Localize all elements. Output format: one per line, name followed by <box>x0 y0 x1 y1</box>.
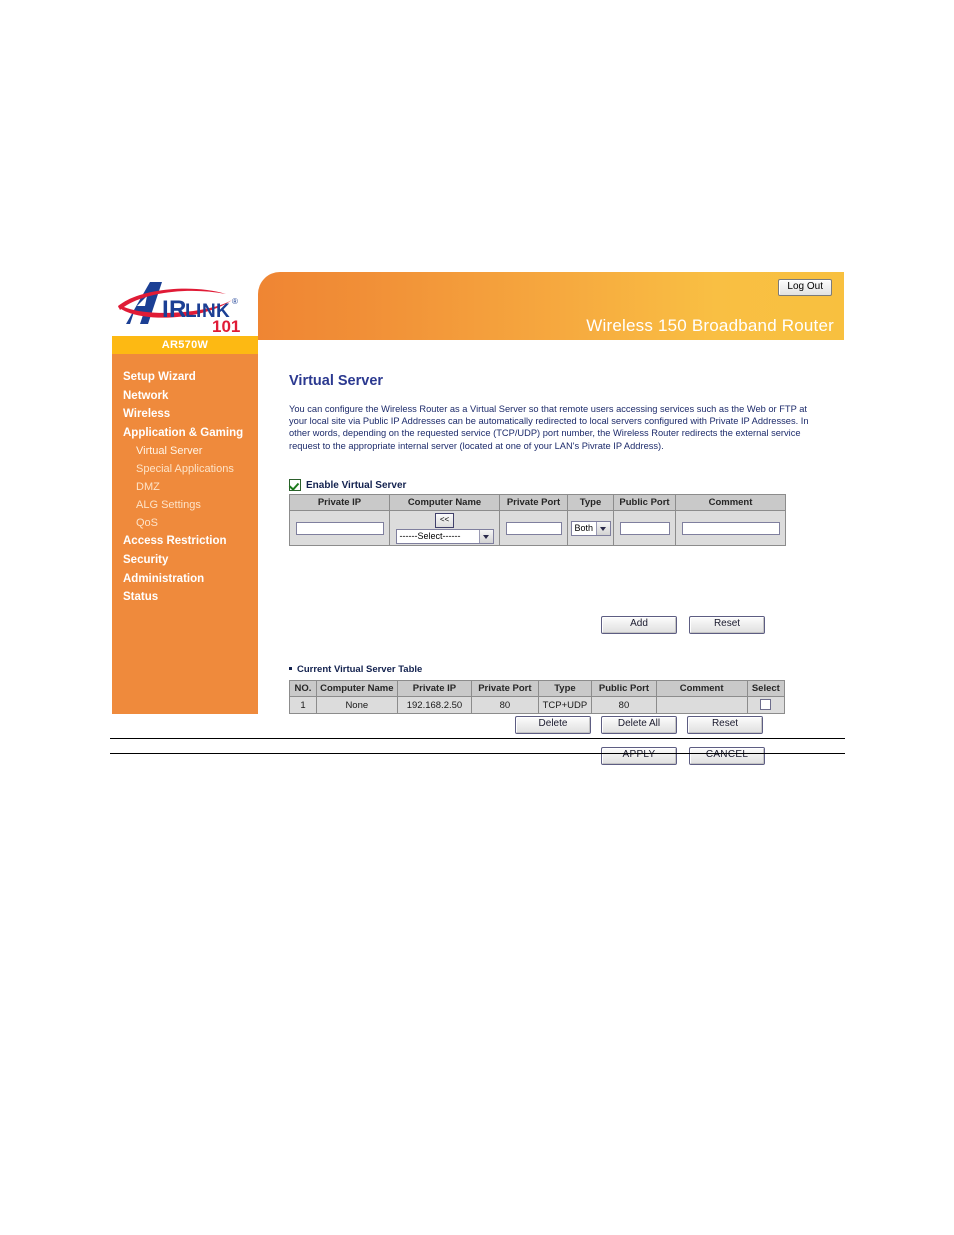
chevron-down-icon <box>595 521 610 535</box>
delete-all-button[interactable]: Delete All <box>601 716 677 734</box>
column-header-comment: Comment <box>675 494 786 511</box>
column-header-public-port: Public Port <box>613 494 676 511</box>
footer-divider-bottom <box>110 753 845 754</box>
sidebar-nav: AR570W Setup Wizard Network Wireless App… <box>112 336 258 714</box>
column-header-private-ip: Private IP <box>396 680 473 697</box>
type-select[interactable]: Both <box>570 520 611 536</box>
enable-virtual-server-row: Enable Virtual Server <box>289 479 406 491</box>
model-name-badge: AR570W <box>112 336 258 354</box>
cancel-button[interactable]: CANCEL <box>689 747 765 765</box>
bullet-icon <box>289 667 292 671</box>
footer-divider-top <box>110 738 845 739</box>
form-action-buttons: Add Reset <box>601 616 765 634</box>
table-reset-button[interactable]: Reset <box>687 716 763 734</box>
table-input-row: << ------Select------ Both <box>289 510 786 546</box>
column-header-type: Type <box>537 680 593 697</box>
cell-comment <box>655 696 748 714</box>
sidebar-item-administration[interactable]: Administration <box>112 570 258 589</box>
sidebar-item-special-applications[interactable]: Special Applications <box>112 460 258 478</box>
reset-button[interactable]: Reset <box>689 616 765 634</box>
column-header-type: Type <box>567 494 614 511</box>
computer-name-select-value: ------Select------ <box>399 531 461 541</box>
header-product-title: Wireless 150 Broadband Router <box>586 316 834 335</box>
table-header-row: NO. Computer Name Private IP Private Por… <box>289 680 786 697</box>
table-header-row: Private IP Computer Name Private Port Ty… <box>289 494 786 511</box>
enable-virtual-server-label: Enable Virtual Server <box>306 479 407 491</box>
current-table-caption-text: Current Virtual Server Table <box>297 664 423 675</box>
cell-public-port: 80 <box>591 696 657 714</box>
svg-text:I: I <box>196 301 201 322</box>
column-header-computer-name: Computer Name <box>315 680 398 697</box>
cell-private-ip <box>289 510 390 546</box>
cell-private-port: 80 <box>471 696 539 714</box>
virtual-server-entry-table: Private IP Computer Name Private Port Ty… <box>289 494 786 546</box>
computer-name-select[interactable]: ------Select------ <box>395 528 494 544</box>
airlink-101-logo-icon: I R L I N K ® 101 <box>118 282 240 336</box>
main-content: Virtual Server You can configure the Wir… <box>258 340 844 765</box>
type-select-value: Both <box>574 523 594 533</box>
cell-computer-name: None <box>315 696 398 714</box>
sidebar-item-network[interactable]: Network <box>112 387 258 406</box>
chevron-down-icon <box>478 529 493 543</box>
column-header-comment: Comment <box>655 680 748 697</box>
page-title: Virtual Server <box>289 373 384 389</box>
column-header-private-port: Private Port <box>499 494 568 511</box>
row-select-checkbox[interactable] <box>760 699 772 711</box>
delete-button[interactable]: Delete <box>515 716 591 734</box>
current-virtual-server-table: NO. Computer Name Private IP Private Por… <box>289 680 786 714</box>
current-table-caption: Current Virtual Server Table <box>289 664 422 675</box>
sidebar-item-setup-wizard[interactable]: Setup Wizard <box>112 368 258 387</box>
app-header: Log Out Wireless 150 Broadband Router <box>258 272 844 340</box>
sidebar-item-alg-settings[interactable]: ALG Settings <box>112 496 258 514</box>
column-header-private-port: Private Port <box>471 680 539 697</box>
table-action-buttons: Delete Delete All Reset <box>515 716 763 734</box>
sidebar-item-access-restriction[interactable]: Access Restriction <box>112 532 258 551</box>
cell-private-ip: 192.168.2.50 <box>396 696 473 714</box>
cell-computer-name: << ------Select------ <box>389 510 500 546</box>
sidebar-item-dmz[interactable]: DMZ <box>112 478 258 496</box>
logout-button[interactable]: Log Out <box>778 279 832 296</box>
sidebar-item-application-gaming[interactable]: Application & Gaming <box>112 424 258 443</box>
cell-type: TCP+UDP <box>537 696 593 714</box>
add-button[interactable]: Add <box>601 616 677 634</box>
comment-input[interactable] <box>681 521 780 535</box>
svg-text:R: R <box>169 296 186 323</box>
svg-text:101: 101 <box>212 317 240 336</box>
sidebar-item-qos[interactable]: QoS <box>112 514 258 532</box>
svg-text:I: I <box>162 296 169 323</box>
cell-comment <box>675 510 786 546</box>
column-header-no: NO. <box>289 680 317 697</box>
table-row: 1 None 192.168.2.50 80 TCP+UDP 80 <box>289 696 786 714</box>
sidebar-item-security[interactable]: Security <box>112 551 258 570</box>
pull-computer-name-button[interactable]: << <box>434 512 455 528</box>
cell-type: Both <box>567 510 614 546</box>
column-header-private-ip: Private IP <box>289 494 390 511</box>
private-port-input[interactable] <box>505 521 562 535</box>
sidebar-item-virtual-server[interactable]: Virtual Server <box>112 442 258 460</box>
column-header-public-port: Public Port <box>591 680 657 697</box>
page-description: You can configure the Wireless Router as… <box>289 404 809 451</box>
enable-virtual-server-checkbox[interactable] <box>289 479 301 491</box>
page-action-buttons: APPLY CANCEL <box>601 747 765 765</box>
svg-text:®: ® <box>232 297 238 306</box>
private-ip-input[interactable] <box>295 521 384 535</box>
public-port-input[interactable] <box>619 521 670 535</box>
cell-private-port <box>499 510 568 546</box>
column-header-computer-name: Computer Name <box>389 494 500 511</box>
router-admin-ui: I R L I N K ® 101 Log Out Wireless 150 B… <box>112 272 844 765</box>
column-header-select: Select <box>746 680 786 697</box>
cell-no: 1 <box>289 696 317 714</box>
cell-public-port <box>613 510 676 546</box>
cell-select <box>746 696 786 714</box>
sidebar-item-status[interactable]: Status <box>112 588 258 607</box>
brand-logo: I R L I N K ® 101 <box>112 272 258 336</box>
page-canvas: I R L I N K ® 101 Log Out Wireless 150 B… <box>0 0 954 1235</box>
apply-button[interactable]: APPLY <box>601 747 677 765</box>
sidebar-item-wireless[interactable]: Wireless <box>112 405 258 424</box>
sidebar-item-list: Setup Wizard Network Wireless Applicatio… <box>112 354 258 607</box>
